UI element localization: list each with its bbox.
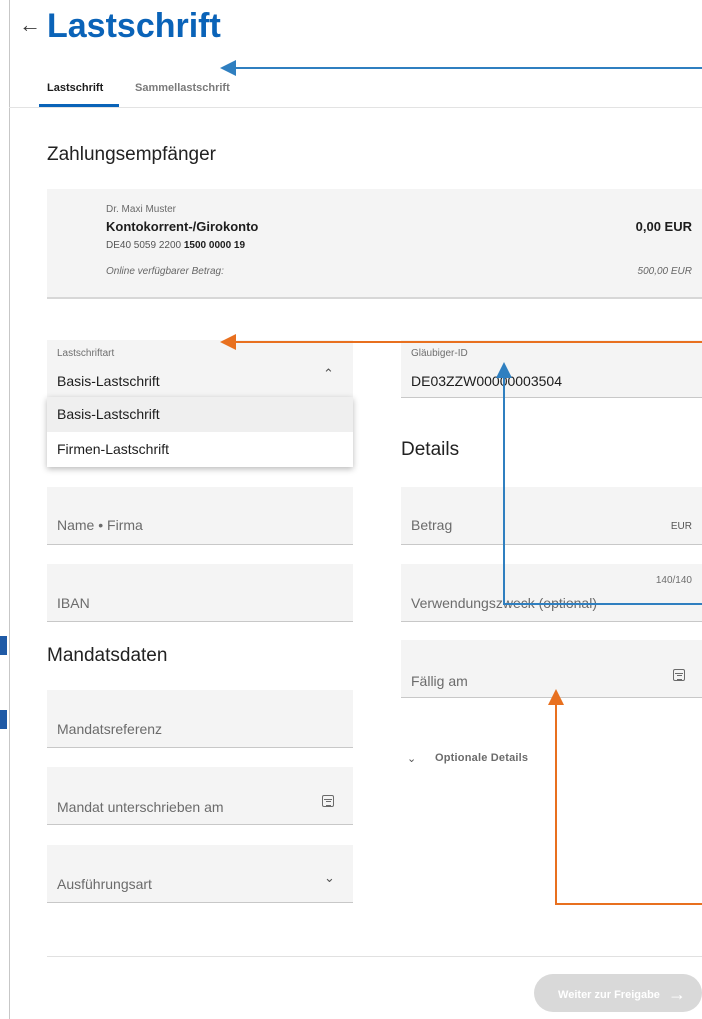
annotation-overlay [220,60,702,905]
annotation-arrow-due-date [548,689,702,905]
annotation-arrow-creditor-id [496,362,702,605]
